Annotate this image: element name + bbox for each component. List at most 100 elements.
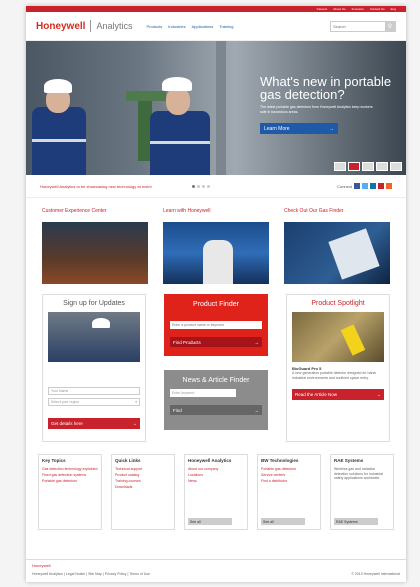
footer-link[interactable]: Downloads [115,485,171,489]
footer-heading: Honeywell Analytics [188,458,232,463]
region-select[interactable]: Select your region ▾ [48,398,140,406]
nav-products[interactable]: Products [146,24,162,29]
signup-button[interactable]: Get details here → [48,418,140,429]
utility-link-investors[interactable]: Investors [352,7,364,11]
utility-link-careers[interactable]: Careers [317,7,328,11]
youtube-icon[interactable] [378,183,384,189]
facebook-icon[interactable] [354,183,360,189]
site-footer: Honeywell Honeywell Analytics | Legal No… [26,559,406,582]
column-graphic [216,41,226,175]
main-nav: Products Industries Applications Trainin… [146,24,233,29]
widget-row: Sign up for Updates Your Name Select you… [26,284,406,442]
feature-title[interactable]: Check Out Our Gas Finder [284,208,390,214]
search-button[interactable]: ⚲ [385,21,395,31]
arrow-right-icon: → [329,125,334,132]
search-input[interactable] [331,22,385,30]
feature-title[interactable]: Learn with Honeywell [163,208,269,214]
footer-link[interactable]: Portable gas detectors [42,479,98,483]
training-image[interactable] [163,222,269,284]
arrow-right-icon: → [254,407,260,413]
news-search-input[interactable]: Enter keyword [170,389,237,397]
find-news-button[interactable]: Find → [170,405,262,415]
pager-dot[interactable] [191,184,195,188]
find-products-label: Find Products [173,339,201,345]
rae-systems-button[interactable]: RAE Systems [334,518,378,525]
news-finder-widget: News & Article Finder Enter keyword Find… [164,370,268,430]
news-headline[interactable]: Honeywell Analytics to be showcasing new… [40,184,152,189]
news-ticker: Honeywell Analytics to be showcasing new… [26,175,406,198]
spotlight-button[interactable]: Read the Article Now → [292,389,384,400]
footer-legal-links[interactable]: Honeywell Analytics | Legal Notice | Sit… [32,572,150,576]
footer-link[interactable]: Training courses [115,479,171,483]
slide-thumb[interactable] [376,162,388,171]
slide-thumb[interactable] [334,162,346,171]
footer-col-rae-systems: RAE Systems Wireless gas and radiation d… [330,454,394,530]
slide-thumb[interactable] [390,162,402,171]
footer-link[interactable]: Technical support [115,467,171,471]
footer-link[interactable]: About our company [188,467,244,471]
name-field[interactable]: Your Name [48,387,140,395]
customer-center-image[interactable] [42,222,148,284]
footer-link[interactable]: Portable gas detectors [261,467,317,471]
product-finder-title: Product Finder [193,301,239,308]
gas-finder-image[interactable] [284,222,390,284]
learn-more-button[interactable]: Learn More → [260,123,338,134]
nav-industries[interactable]: Industries [168,24,185,29]
pager-dot[interactable] [201,184,205,188]
pager-dot[interactable] [196,184,200,188]
feature-customer-experience: Customer Experience Center [42,208,148,284]
utility-link-about[interactable]: About Us [333,7,345,11]
footer-col-key-topics: Key Topics Gas detection technology expl… [38,454,102,530]
twitter-icon[interactable] [362,183,368,189]
connect-label: Connect [337,183,352,189]
footer-link[interactable]: Gas detection technology explained [42,467,98,471]
linkedin-icon[interactable] [370,183,376,189]
find-products-button[interactable]: Find Products → [170,337,262,347]
product-search-input[interactable] [170,321,262,329]
arrow-right-icon: → [376,392,382,397]
pager-dot[interactable] [206,184,210,188]
chevron-down-icon: ▾ [135,400,137,404]
pipe-graphic [126,91,166,101]
slide-thumbnails [334,162,402,171]
worker-one-helmet [44,79,72,93]
detector-graphic [340,324,366,356]
footer-link[interactable]: Find a distributor [261,479,317,483]
footer-heading: Key Topics [42,458,66,463]
worker-two-helmet [162,77,192,91]
footer-link[interactable]: Service centers [261,473,317,477]
slide-thumb[interactable] [362,162,374,171]
see-all-button[interactable]: See all [261,518,305,525]
feature-row: Customer Experience Center Learn with Ho… [26,198,406,284]
feature-title[interactable]: Customer Experience Center [42,208,148,214]
spotlight-image[interactable] [292,312,384,362]
nav-applications[interactable]: Applications [192,24,214,29]
utility-link-contact[interactable]: Contact Us [370,7,385,11]
slide-thumb-active[interactable] [348,162,360,171]
arrow-right-icon: → [254,339,260,345]
footer-link[interactable]: Product catalog [115,473,171,477]
social-connect: Connect [337,183,392,189]
finder-column: Product Finder Find Products → News & Ar… [164,294,268,442]
footer-col-honeywell-analytics: Honeywell Analytics About our company Lo… [184,454,248,530]
find-news-label: Find [173,407,182,413]
language-selector[interactable]: Eng [391,7,396,11]
nav-training[interactable]: Training [219,24,233,29]
news-pager [191,184,210,188]
presenter-graphic [203,240,233,284]
site-header: Honeywell Analytics Products Industries … [26,12,406,41]
spotlight-button-label: Read the Article Now [295,392,338,397]
see-all-button[interactable]: See all [188,518,232,525]
footer-brand[interactable]: Honeywell [26,560,406,568]
signup-widget: Sign up for Updates Your Name Select you… [42,294,146,442]
hero-banner[interactable]: What's new in portable gas detection? Th… [26,41,406,175]
footer-link[interactable]: Fixed gas detection systems [42,473,98,477]
footer-link[interactable]: Locations [188,473,244,477]
honeywell-logo[interactable]: Honeywell [36,21,85,32]
rss-icon[interactable] [386,183,392,189]
hero-title: What's new in portable gas detection? [260,74,392,102]
signup-title: Sign up for Updates [63,300,125,307]
footer-link[interactable]: News [188,479,244,483]
reflective-stripe [32,139,86,142]
region-select-label: Select your region [51,400,80,404]
